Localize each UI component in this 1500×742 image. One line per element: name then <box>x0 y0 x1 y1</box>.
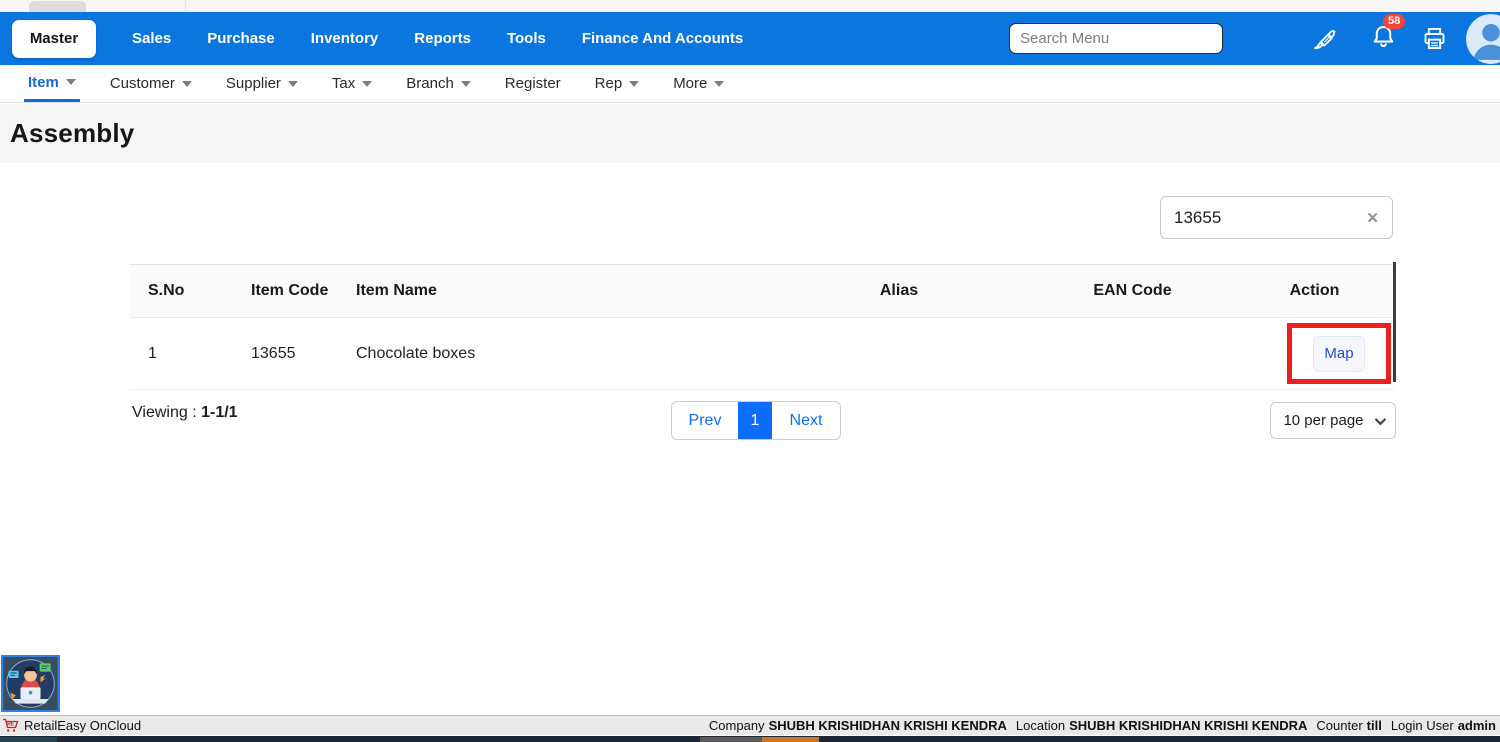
cell-sno: 1 <box>148 344 157 362</box>
statusbar-app: RE RetailEasy OnCloud <box>0 717 141 734</box>
location-label: Location <box>1015 718 1066 733</box>
assembly-items-table: S.No Item Code Item Name Alias EAN Code … <box>130 262 1396 390</box>
browser-divider <box>185 1 186 11</box>
cell-action: Map <box>1235 323 1394 384</box>
company-info: Company SHUBH KRISHIDHAN KRISHI KENDRA <box>709 718 1007 733</box>
taskbar-sliver <box>0 735 1500 742</box>
top-navigation-bar: Master Sales Purchase Inventory Reports … <box>0 12 1500 65</box>
header-ean-code: EAN Code <box>1093 282 1172 299</box>
retaileasy-cart-logo: RE <box>3 718 19 732</box>
svg-text:RE: RE <box>7 722 15 728</box>
chevron-down-icon <box>65 79 76 85</box>
subnav-label: Register <box>504 75 561 92</box>
login-user-label: Login User <box>1390 718 1454 733</box>
app-window: Master Sales Purchase Inventory Reports … <box>0 0 1500 742</box>
header-alias: Alias <box>879 282 919 299</box>
viewing-range: Viewing : 1-1/1 <box>132 404 238 422</box>
item-search-input[interactable] <box>1161 207 1354 228</box>
login-user-info: Login User admin <box>1391 718 1496 733</box>
next-page-button[interactable]: Next <box>772 402 840 439</box>
chevron-down-icon <box>629 80 640 87</box>
header-action: Action <box>1289 282 1340 299</box>
location-info: Location SHUBH KRISHIDHAN KRISHI KENDRA <box>1016 718 1308 733</box>
user-avatar-icon <box>1466 13 1500 64</box>
per-page-select[interactable]: 10 per page <box>1270 402 1396 439</box>
chevron-down-icon <box>714 80 725 87</box>
chevron-down-icon <box>181 80 192 87</box>
per-page-value: 10 per page <box>1283 412 1364 429</box>
company-value: SHUBH KRISHIDHAN KRISHI KENDRA <box>768 718 1007 733</box>
support-chat-icon <box>3 657 58 710</box>
current-page-button[interactable]: 1 <box>738 402 772 439</box>
page-title: Assembly <box>10 118 135 148</box>
viewing-value: 1-1/1 <box>201 404 238 421</box>
master-sub-navigation: Item Customer Supplier Tax Branch Regist… <box>0 65 1500 103</box>
tab-tools[interactable]: Tools <box>507 30 546 47</box>
subnav-item-more[interactable]: More <box>669 65 728 102</box>
subnav-label: Item <box>28 73 59 91</box>
map-button[interactable]: Map <box>1313 335 1365 372</box>
counter-info: Counter till <box>1316 718 1381 733</box>
tab-purchase[interactable]: Purchase <box>207 30 275 47</box>
subnav-label: Branch <box>406 75 454 92</box>
subnav-item-supplier[interactable]: Supplier <box>222 65 302 102</box>
taskbar-segment <box>762 737 819 742</box>
notifications-button[interactable]: 58 <box>1370 13 1406 55</box>
tab-master[interactable]: Master <box>12 19 96 58</box>
pagination: Prev 1 Next <box>671 401 841 440</box>
subnav-label: Tax <box>331 75 356 92</box>
subnav-label: Customer <box>109 75 175 92</box>
tab-reports[interactable]: Reports <box>414 30 471 47</box>
location-value: SHUBH KRISHIDHAN KRISHI KENDRA <box>1069 718 1308 733</box>
chevron-down-icon <box>460 80 471 87</box>
tab-finance-and-accounts[interactable]: Finance And Accounts <box>582 30 743 47</box>
header-item-code: Item Code <box>251 282 329 299</box>
item-filter-box: ✕ <box>1160 196 1393 239</box>
taskbar-segment <box>0 737 57 742</box>
tab-inventory[interactable]: Inventory <box>311 30 379 47</box>
notification-count-badge: 58 <box>1383 13 1406 29</box>
subnav-item-tax[interactable]: Tax <box>328 65 376 102</box>
subnav-item-customer[interactable]: Customer <box>106 65 196 102</box>
subnav-item-item[interactable]: Item <box>24 65 80 102</box>
user-avatar[interactable] <box>1466 13 1500 64</box>
company-label: Company <box>708 718 765 733</box>
cell-item-name: Chocolate boxes <box>356 344 476 362</box>
subnav-item-rep[interactable]: Rep <box>591 65 644 102</box>
clear-filter-icon[interactable]: ✕ <box>1353 209 1392 227</box>
app-name: RetailEasy OnCloud <box>24 718 142 733</box>
login-user-value: admin <box>1457 718 1496 733</box>
prev-page-button[interactable]: Prev <box>672 402 738 439</box>
chevron-down-icon <box>362 80 373 87</box>
statusbar-session-info: Company SHUBH KRISHIDHAN KRISHI KENDRA L… <box>709 718 1500 733</box>
tab-sales[interactable]: Sales <box>132 30 171 47</box>
subnav-item-register[interactable]: Register <box>501 65 565 102</box>
taskbar-segment <box>700 737 762 742</box>
browser-tab-remnant <box>29 1 86 12</box>
chevron-down-icon <box>1374 413 1386 425</box>
table-row: 1 13655 Chocolate boxes Map <box>130 318 1394 390</box>
theme-brush-icon[interactable] <box>1311 25 1338 52</box>
subnav-label: Supplier <box>225 75 281 92</box>
search-menu-input[interactable] <box>1009 23 1223 54</box>
annotation-highlight-red-box: Map <box>1287 323 1391 384</box>
counter-label: Counter <box>1316 718 1363 733</box>
title-band: Assembly <box>0 104 1500 163</box>
header-item-name: Item Name <box>356 282 437 299</box>
header-sno: S.No <box>148 282 185 299</box>
counter-value: till <box>1366 718 1382 733</box>
cell-item-code: 13655 <box>251 344 296 362</box>
status-bar: RE RetailEasy OnCloud Company SHUBH KRIS… <box>0 715 1500 735</box>
browser-strip <box>0 0 1500 12</box>
print-icon[interactable] <box>1421 25 1448 52</box>
viewing-label: Viewing : <box>132 404 197 421</box>
subnav-item-branch[interactable]: Branch <box>402 65 475 102</box>
subnav-label: More <box>673 75 708 92</box>
chevron-down-icon <box>287 80 298 87</box>
support-chat-avatar[interactable] <box>1 655 60 712</box>
table-header-row: S.No Item Code Item Name Alias EAN Code … <box>130 264 1394 318</box>
subnav-label: Rep <box>594 75 623 92</box>
table-scrollbar[interactable] <box>1393 262 1396 382</box>
